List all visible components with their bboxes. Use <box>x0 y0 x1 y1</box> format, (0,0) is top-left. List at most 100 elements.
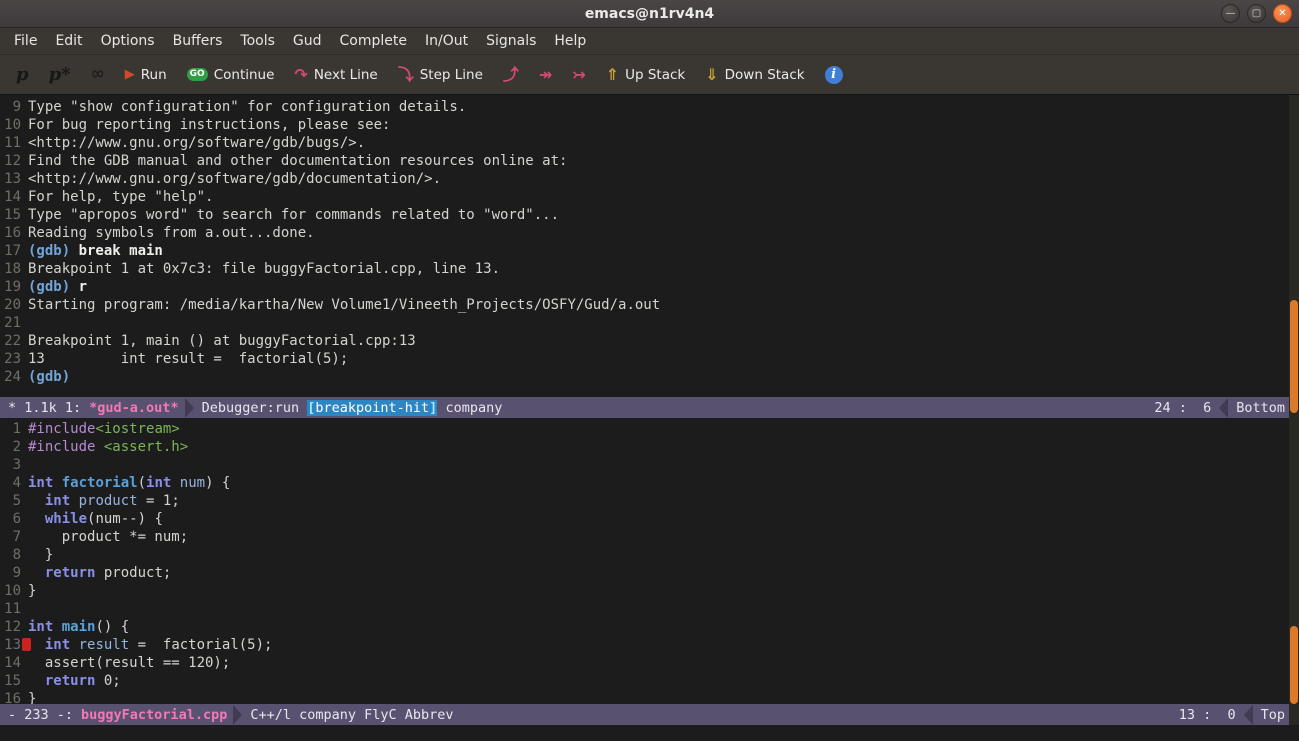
line-number: 12 <box>0 618 21 636</box>
modeline-gud-buffer: * 1.1k 1: *gud-a.out* Debugger:run [brea… <box>0 397 1299 418</box>
window-title: emacs@n1rv4n4 <box>585 6 714 22</box>
line-number: 13 <box>0 636 21 654</box>
src-line-9: 9 return product; <box>0 564 1289 582</box>
menu-gud[interactable]: Gud <box>284 30 331 52</box>
breakpoint-hit-badge: [breakpoint-hit] <box>307 400 437 416</box>
gud-run-button[interactable]: ▶Run <box>116 62 176 88</box>
menu-file[interactable]: File <box>5 30 46 52</box>
gud-step-insn-button[interactable]: ↣ <box>563 62 594 88</box>
modeline-position: 24 : 6 <box>1154 400 1211 416</box>
gdb-output-buffer[interactable]: 9Type "show configuration" for configura… <box>0 95 1289 397</box>
gdb-line-15: 15Type "apropos word" to search for comm… <box>0 206 1289 224</box>
echo-area[interactable]: Switched to thread 1 <box>0 725 1299 741</box>
menu-signals[interactable]: Signals <box>477 30 545 52</box>
line-number: 21 <box>0 314 21 332</box>
info-button[interactable]: i <box>816 61 852 89</box>
line-number: 4 <box>0 474 21 492</box>
src-line-6: 6 while(num--) { <box>0 510 1289 528</box>
gud-next-line-button[interactable]: ↷Next Line <box>285 62 386 88</box>
src-line-4: 4int factorial(int num) { <box>0 474 1289 492</box>
line-number: 15 <box>0 206 21 224</box>
gdb-line-16: 16Reading symbols from a.out...done. <box>0 224 1289 242</box>
buffer-name: *gud-a.out* <box>89 400 178 416</box>
finish-function-icon: ⤴ <box>503 67 519 83</box>
gud-print-deref-button[interactable]: p* <box>40 61 80 89</box>
gdb-line-17: 17(gdb) break main <box>0 242 1289 260</box>
line-number: 5 <box>0 492 21 510</box>
buffer-name: buggyFactorial.cpp <box>81 707 227 723</box>
gdb-scrollbar[interactable] <box>1289 95 1299 418</box>
gud-up-stack-button[interactable]: ⇑ Up Stack <box>597 62 695 88</box>
menu-edit[interactable]: Edit <box>46 30 91 52</box>
menu-help[interactable]: Help <box>545 30 595 52</box>
line-number: 2 <box>0 438 21 456</box>
up-stack-icon: ⇑ <box>606 67 619 83</box>
source-scrollbar[interactable] <box>1289 418 1299 725</box>
minimize-icon: — <box>1226 8 1236 19</box>
gud-print-button[interactable]: p <box>7 61 38 89</box>
src-line-3: 3 <box>0 456 1289 474</box>
line-number: 20 <box>0 296 21 314</box>
close-button[interactable]: ✕ <box>1273 4 1292 23</box>
watch-expression-icon: ∞ <box>91 66 105 83</box>
line-number: 16 <box>0 224 21 242</box>
info-icon: i <box>825 66 843 84</box>
src-line-13: 13 int result = factorial(5); <box>0 636 1289 654</box>
modeline-right: 13 : 0 Top <box>1179 705 1299 725</box>
src-line-10: 10} <box>0 582 1289 600</box>
modeline-minor-modes: company <box>437 400 502 416</box>
gdb-scrollbar-thumb[interactable] <box>1290 300 1298 413</box>
step-instruction-icon: ↣ <box>572 67 585 83</box>
line-number: 14 <box>0 188 21 206</box>
line-number: 12 <box>0 152 21 170</box>
gud-step-line-button[interactable]: ⤵ Step Line <box>389 62 492 88</box>
modeline-left: - 233 -: buggyFactorial.cpp C++/l compan… <box>0 705 454 725</box>
powerline-separator-icon <box>233 705 242 725</box>
gdb-line-12: 12Find the GDB manual and other document… <box>0 152 1289 170</box>
line-number: 19 <box>0 278 21 296</box>
source-code-buffer[interactable]: 1#include<iostream>2#include <assert.h>3… <box>0 418 1289 704</box>
gud-continue-button[interactable]: GOContinue <box>178 62 284 88</box>
gdb-line-14: 14For help, type "help". <box>0 188 1289 206</box>
line-number: 9 <box>0 564 21 582</box>
src-line-2: 2#include <assert.h> <box>0 438 1289 456</box>
src-line-7: 7 product *= num; <box>0 528 1289 546</box>
line-number: 7 <box>0 528 21 546</box>
src-line-11: 11 <box>0 600 1289 618</box>
step-line-icon: ⤵ <box>398 67 414 83</box>
titlebar[interactable]: emacs@n1rv4n4 — ▢ ✕ <box>0 0 1299 28</box>
gud-down-stack-button[interactable]: ⇓Down Stack <box>696 62 813 88</box>
line-number: 22 <box>0 332 21 350</box>
breakpoint-marker[interactable] <box>22 638 31 651</box>
next-line-icon: ↷ <box>294 67 307 83</box>
maximize-button[interactable]: ▢ <box>1247 4 1266 23</box>
line-number: 24 <box>0 368 21 386</box>
gud-watch-button[interactable]: ∞ <box>82 61 114 88</box>
gud-step-line-button-label: Step Line <box>420 67 483 83</box>
line-number: 6 <box>0 510 21 528</box>
gdb-line-21: 21 <box>0 314 1289 332</box>
gud-next-insn-button[interactable]: ↠ <box>530 62 561 88</box>
gdb-line-19: 19(gdb) r <box>0 278 1289 296</box>
menu-buffers[interactable]: Buffers <box>164 30 232 52</box>
print-dereference-icon: p* <box>49 66 71 84</box>
gud-finish-button[interactable]: ⤴ <box>494 62 528 88</box>
toolbar: p p* ∞ ▶RunGOContinue↷Next Line ⤵ Step Line ⤴ ↠… <box>0 55 1299 95</box>
print-expression-icon: p <box>16 66 29 84</box>
line-number: 1 <box>0 420 21 438</box>
go-icon: GO <box>187 68 208 81</box>
source-scrollbar-thumb[interactable] <box>1290 626 1298 704</box>
minimize-button[interactable]: — <box>1221 4 1240 23</box>
menu-inout[interactable]: In/Out <box>416 30 477 52</box>
gud-up-stack-button-label: Up Stack <box>625 67 685 83</box>
gdb-line-11: 11<http://www.gnu.org/software/gdb/bugs/… <box>0 134 1289 152</box>
menu-options[interactable]: Options <box>92 30 164 52</box>
menu-complete[interactable]: Complete <box>331 30 416 52</box>
line-number: 10 <box>0 116 21 134</box>
line-number: 16 <box>0 690 21 704</box>
gdb-line-22: 22Breakpoint 1, main () at buggyFactoria… <box>0 332 1289 350</box>
src-line-14: 14 assert(result == 120); <box>0 654 1289 672</box>
line-number: 8 <box>0 546 21 564</box>
modeline-scroll-indicator: Bottom <box>1236 400 1285 416</box>
menu-tools[interactable]: Tools <box>231 30 284 52</box>
